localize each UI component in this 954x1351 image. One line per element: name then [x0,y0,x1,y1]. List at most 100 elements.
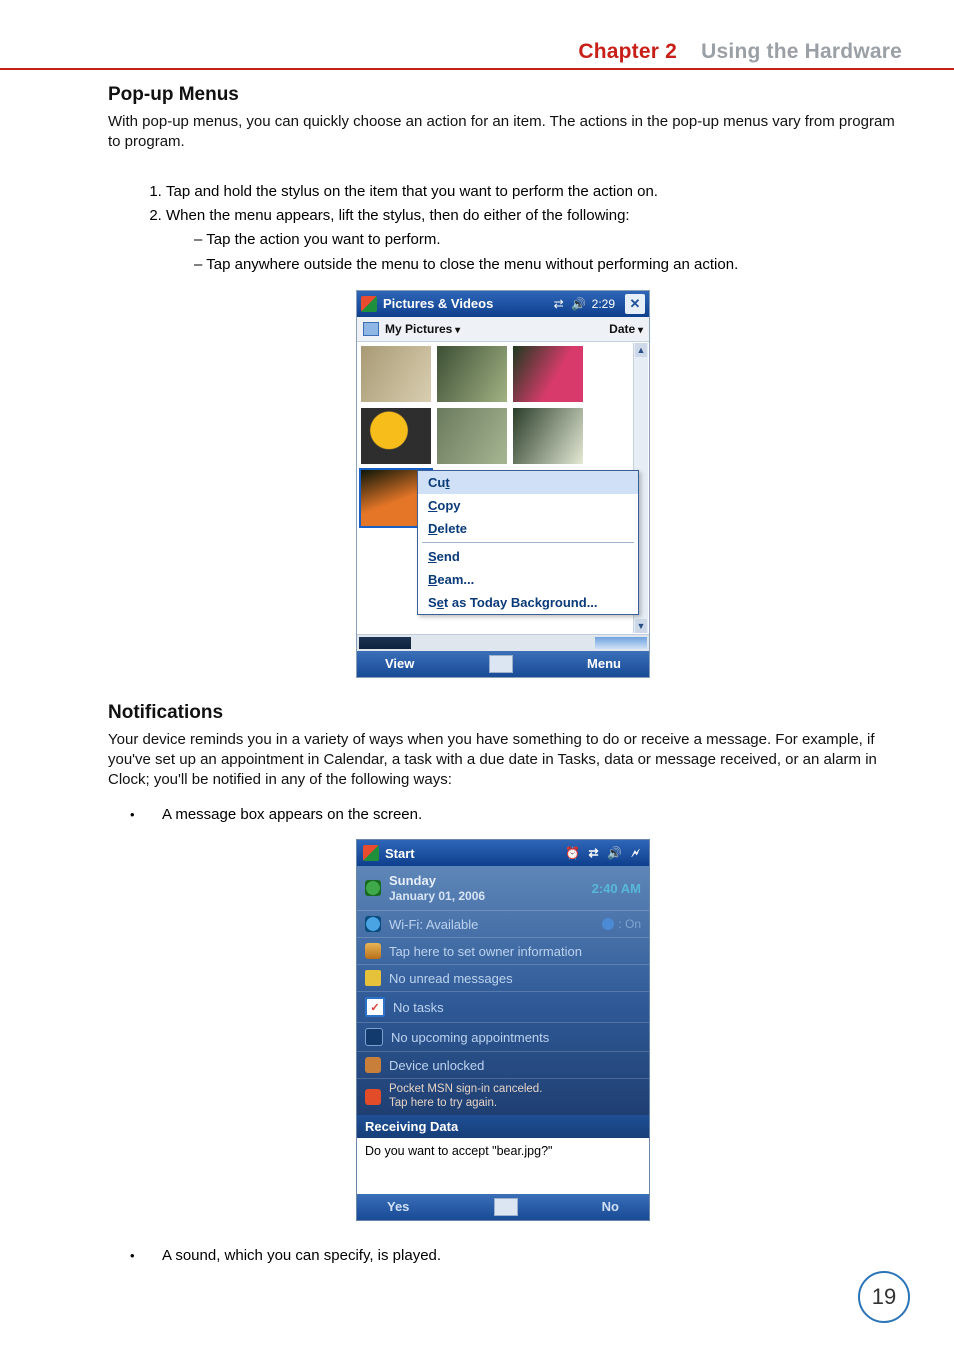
softkey-menu[interactable]: Menu [587,656,621,671]
tasks-text: No tasks [393,1000,444,1015]
pv-status-icons: ⇄ 🔊 2:29 [552,297,615,311]
lock-icon [365,1057,381,1073]
thumbnail[interactable] [361,346,431,402]
calendar-icon [365,1028,383,1046]
tasks-icon [365,997,385,1017]
menu-send-label: Send [428,549,460,564]
step-2a: Tap the action you want to perform. [194,229,898,251]
today-owner-row[interactable]: Tap here to set owner information [357,938,649,965]
alarm-icon[interactable]: ⏰ [565,846,580,861]
menu-item-delete[interactable]: Delete [418,517,638,540]
strip-thumb [359,637,411,649]
page-number: 19 [858,1271,910,1323]
wifi-label: Wi-Fi: Available [389,917,478,932]
owner-text: Tap here to set owner information [389,944,582,959]
dialog-message: Do you want to accept "bear.jpg?" [357,1138,649,1194]
wifi-icon [365,916,381,932]
figure-today-dialog: Start ⏰ ⇄ 🔊 🗲 Sunday January 01, 2006 2:… [356,839,650,1221]
step-2-sublist: Tap the action you want to perform. Tap … [166,229,898,276]
menu-cut-label: Cut [428,475,450,490]
start-flag-icon[interactable] [361,296,377,312]
today-tasks-row[interactable]: No tasks [357,992,649,1023]
softkey-yes[interactable]: Yes [387,1199,409,1214]
volume-icon[interactable]: 🔊 [572,297,586,311]
step-2: When the menu appears, lift the stylus, … [166,205,898,275]
step-1: Tap and hold the stylus on the item that… [166,181,898,203]
sip-keyboard-icon[interactable] [494,1198,518,1216]
pv-titlebar: Pictures & Videos ⇄ 🔊 2:29 ✕ [357,291,649,317]
thumbnail[interactable] [437,408,507,464]
menu-item-copy[interactable]: Copy [418,494,638,517]
menu-separator [422,542,634,543]
header-rule [0,68,954,70]
receiving-data-dialog: Receiving Data Do you want to accept "be… [357,1115,649,1194]
pv-bottom-thumb-strip [357,634,649,651]
step-2b: Tap anywhere outside the menu to close t… [194,254,898,276]
menu-delete-label: Delete [428,521,467,536]
softkey-view[interactable]: View [385,656,414,671]
bullet-sound: A sound, which you can specify, is playe… [162,1245,898,1266]
page: Chapter 2 Using the Hardware Pop-up Menu… [0,0,954,1351]
today-messages-row[interactable]: No unread messages [357,965,649,992]
msn-icon [365,1089,381,1105]
popup-steps: Tap and hold the stylus on the item that… [132,181,898,276]
chapter-label: Chapter 2 [578,40,677,63]
menu-item-beam[interactable]: Beam... [418,568,638,591]
menu-setbg-label: Set as Today Background... [428,595,598,610]
thumbnail[interactable] [437,346,507,402]
td-title: Start [385,846,415,861]
messages-text: No unread messages [389,971,513,986]
menu-item-send[interactable]: Send [418,545,638,568]
section-heading-notifications: Notifications [108,702,898,724]
folder-dropdown[interactable]: My Pictures [385,322,460,336]
section-heading-popup: Pop-up Menus [108,84,898,106]
connectivity-icon[interactable]: ⇄ [552,297,566,311]
today-msn-row[interactable]: Pocket MSN sign-in canceled. Tap here to… [357,1079,649,1115]
notifications-bullets-2: A sound, which you can specify, is playe… [108,1245,898,1266]
td-softkey-bar: Yes No [357,1194,649,1220]
thumbnail[interactable] [513,346,583,402]
menu-item-set-bg[interactable]: Set as Today Background... [418,591,638,614]
msn-line1: Pocket MSN sign-in canceled. [389,1083,542,1095]
menu-item-cut[interactable]: Cut [418,471,638,494]
today-lock-row[interactable]: Device unlocked [357,1052,649,1079]
pv-clock: 2:29 [592,297,615,311]
notifications-bullets-1: A message box appears on the screen. [108,804,898,825]
appts-text: No upcoming appointments [391,1030,549,1045]
volume-icon[interactable]: 🔊 [607,846,622,861]
today-body: Sunday January 01, 2006 2:40 AM Wi-Fi: A… [357,866,649,1115]
thumbnail[interactable] [361,408,431,464]
figure-pictures-videos: Pictures & Videos ⇄ 🔊 2:29 ✕ My Pictures… [356,290,650,678]
td-titlebar: Start ⏰ ⇄ 🔊 🗲 [357,840,649,866]
connectivity-icon[interactable]: ⇄ [586,846,601,861]
today-appointments-row[interactable]: No upcoming appointments [357,1023,649,1052]
scroll-up-icon[interactable]: ▲ [635,343,647,357]
running-header: Chapter 2 Using the Hardware [578,40,902,64]
step-2-text: When the menu appears, lift the stylus, … [166,207,630,224]
today-wifi-row[interactable]: Wi-Fi: Available : On [357,911,649,938]
close-button[interactable]: ✕ [625,294,645,314]
menu-beam-label: Beam... [428,572,474,587]
battery-icon[interactable]: 🗲 [628,846,643,861]
pv-softkey-bar: View Menu [357,651,649,677]
sort-dropdown[interactable]: Date [609,322,643,336]
sip-keyboard-icon[interactable] [489,655,513,673]
start-flag-icon[interactable] [363,845,379,861]
wifi-state: : On [602,917,641,931]
chapter-title: Using the Hardware [701,40,902,63]
thumbnail[interactable] [513,408,583,464]
today-day: Sunday [389,873,436,888]
scroll-down-icon[interactable]: ▼ [635,619,647,633]
lock-text: Device unlocked [389,1058,484,1073]
softkey-no[interactable]: No [602,1199,619,1214]
pv-title: Pictures & Videos [383,296,546,311]
notifications-intro: Your device reminds you in a variety of … [108,730,898,791]
strip-thumb [595,637,647,649]
pv-grid: ▲ ▼ Cut Copy Delete Send [357,342,649,634]
msn-line2: Tap here to try again. [389,1097,497,1109]
pv-toolbar: My Pictures Date [357,317,649,342]
today-date: January 01, 2006 [389,889,485,903]
folder-icon [363,322,379,336]
dialog-title: Receiving Data [357,1115,649,1138]
today-date-row[interactable]: Sunday January 01, 2006 2:40 AM [357,866,649,911]
